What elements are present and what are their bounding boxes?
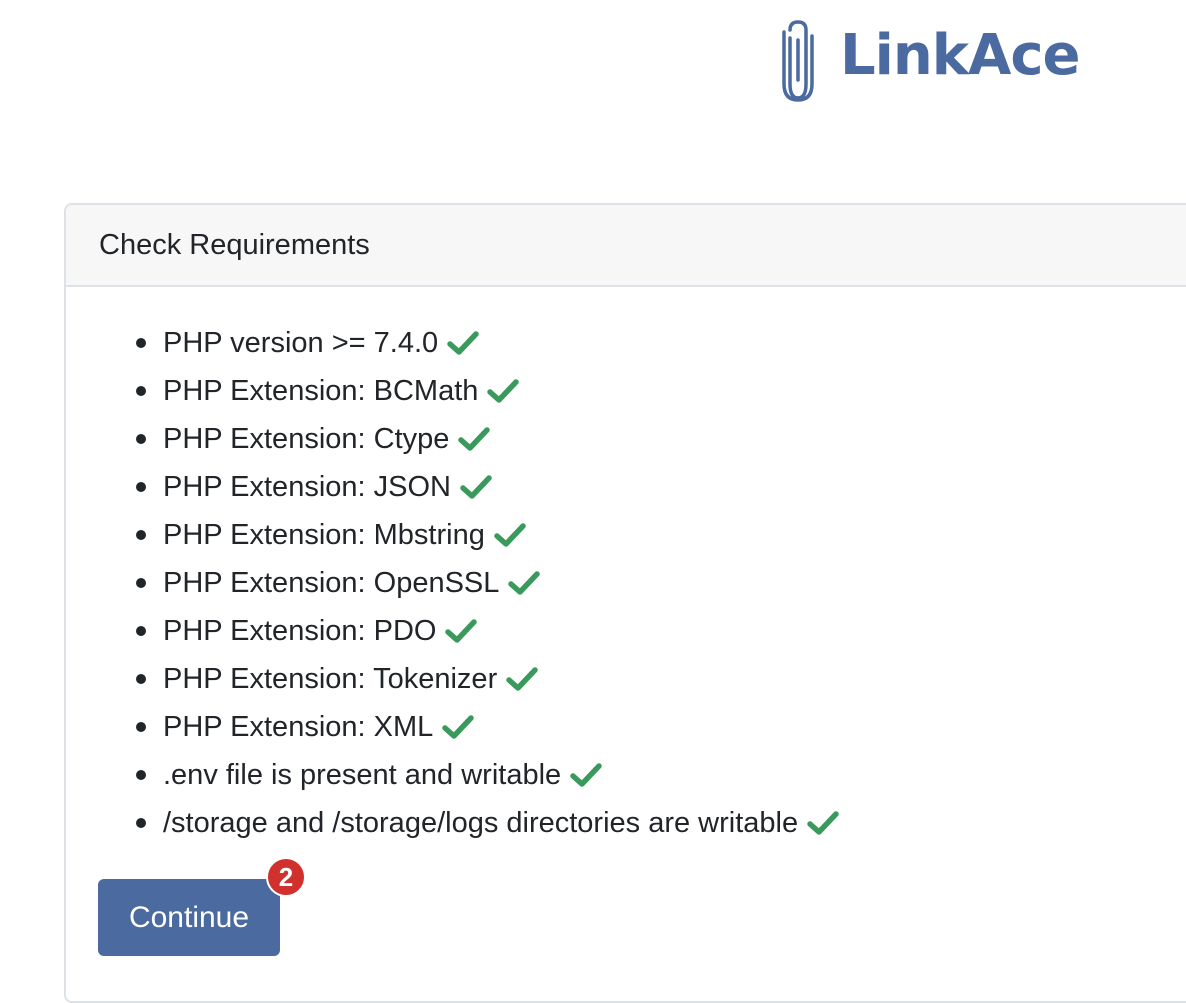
list-item: PHP Extension: Ctype [132, 415, 840, 463]
bullet-icon [136, 578, 146, 588]
continue-button[interactable]: Continue [98, 879, 280, 956]
requirement-label: PHP Extension: PDO [163, 614, 437, 647]
continue-button-wrapper: Continue 2 [98, 857, 306, 956]
requirements-card: Check Requirements PHP version >= 7.4.0 P… [64, 203, 1186, 1003]
requirement-label: PHP Extension: Ctype [163, 422, 450, 455]
bullet-icon [136, 338, 146, 348]
requirement-label: PHP Extension: OpenSSL [163, 566, 500, 599]
bullet-icon [136, 722, 146, 732]
list-item: /storage and /storage/logs directories a… [132, 799, 840, 847]
check-icon [460, 475, 492, 499]
bullet-icon [136, 770, 146, 780]
check-icon [442, 715, 475, 739]
bullet-icon [136, 434, 146, 444]
requirement-label: PHP Extension: Tokenizer [163, 662, 498, 695]
paperclip-icon [782, 20, 814, 102]
requirement-label: PHP Extension: XML [163, 710, 434, 743]
requirement-label: PHP Extension: BCMath [163, 374, 479, 407]
list-item: .env file is present and writable [132, 751, 840, 799]
list-item: PHP Extension: Mbstring [132, 511, 840, 559]
list-item: PHP Extension: Tokenizer [132, 655, 840, 703]
requirement-label: PHP version >= 7.4.0 [163, 326, 439, 359]
check-icon [494, 523, 526, 547]
check-icon [487, 379, 520, 403]
list-item: PHP Extension: BCMath [132, 367, 840, 415]
requirement-label: /storage and /storage/logs directories a… [163, 806, 799, 839]
list-item: PHP Extension: PDO [132, 607, 840, 655]
logo: LinkAce [780, 18, 1081, 102]
bullet-icon [136, 818, 146, 828]
check-icon [807, 811, 839, 835]
card-header: Check Requirements [66, 205, 1186, 287]
requirement-label: PHP Extension: Mbstring [163, 518, 485, 551]
bullet-icon [136, 386, 146, 396]
check-icon [447, 331, 479, 355]
bullet-icon [136, 530, 146, 540]
list-item: PHP Extension: OpenSSL [132, 559, 840, 607]
card-title: Check Requirements [99, 228, 370, 261]
list-item: PHP version >= 7.4.0 [132, 319, 840, 367]
requirement-label: PHP Extension: JSON [163, 470, 451, 503]
requirement-label: .env file is present and writable [163, 758, 562, 791]
check-icon [570, 763, 602, 787]
check-icon [508, 571, 541, 595]
check-icon [458, 427, 491, 451]
notification-badge: 2 [266, 857, 306, 897]
bullet-icon [136, 674, 146, 684]
requirements-list: PHP version >= 7.4.0 PHP Extension: BCMat… [132, 319, 840, 847]
app-logo-text: LinkAce [840, 23, 1081, 88]
bullet-icon [136, 626, 146, 636]
list-item: PHP Extension: XML [132, 703, 840, 751]
bullet-icon [136, 482, 146, 492]
check-icon [506, 667, 538, 691]
list-item: PHP Extension: JSON [132, 463, 840, 511]
check-icon [445, 619, 478, 643]
